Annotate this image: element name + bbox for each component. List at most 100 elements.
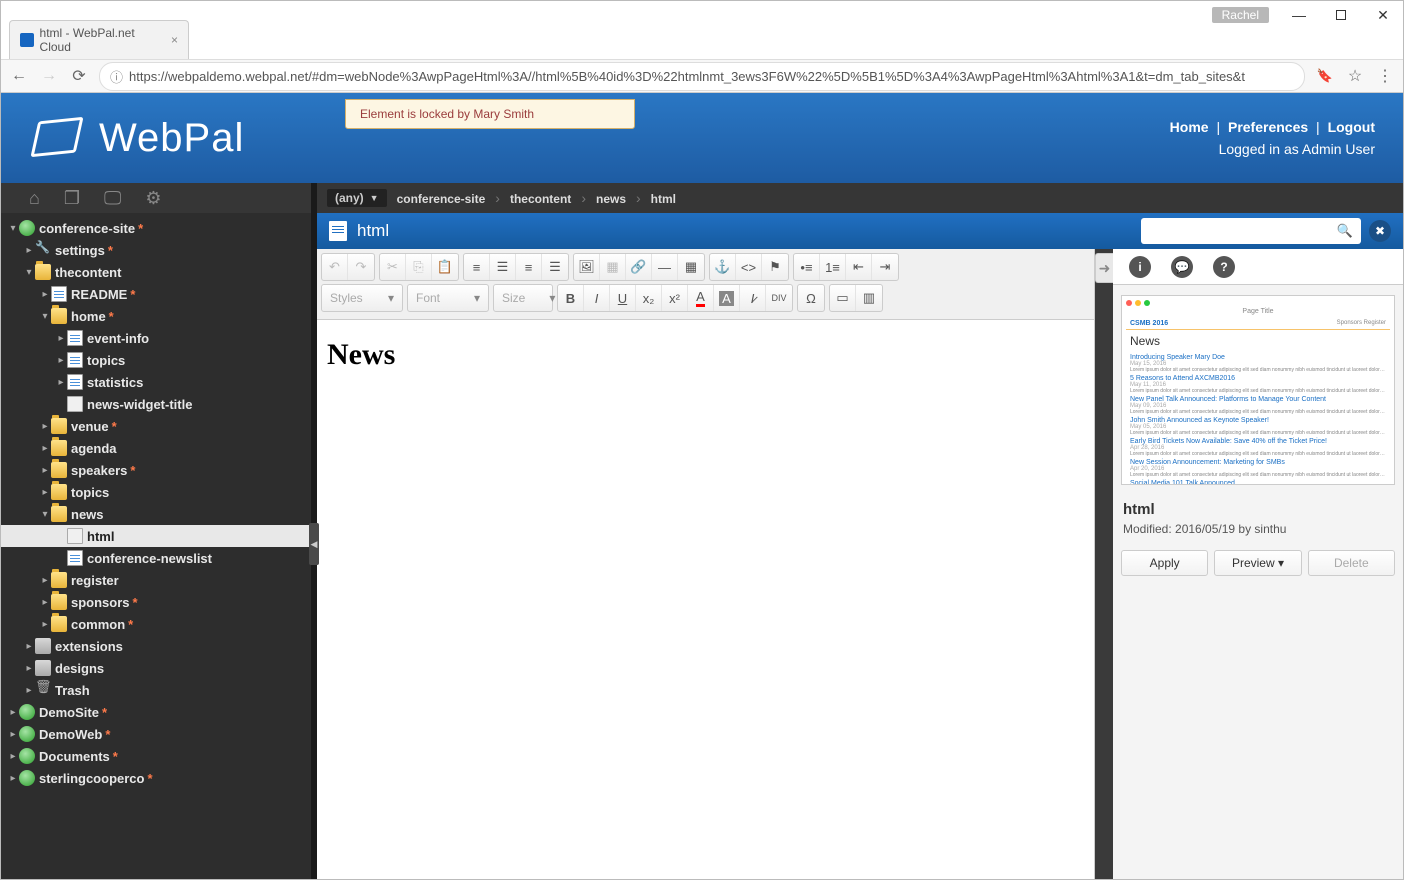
tree-node-README[interactable]: ▸README* xyxy=(1,283,311,305)
copy-icon[interactable]: ⎘ xyxy=(406,254,432,280)
twisty-icon[interactable]: ▸ xyxy=(23,641,35,652)
tree-node-news-widget-title[interactable]: news-widget-title xyxy=(1,393,311,415)
page-preview[interactable]: Page Title CSMB 2016 Sponsors Register N… xyxy=(1121,295,1395,485)
preview-button[interactable]: Preview ▾ xyxy=(1214,550,1301,576)
table-icon[interactable]: ▦ xyxy=(678,254,704,280)
tree-node-DemoSite[interactable]: ▸DemoSite* xyxy=(1,701,311,723)
font-select[interactable]: Font xyxy=(407,284,489,312)
outdent-icon[interactable]: ⇤ xyxy=(846,254,872,280)
breadcrumb-news[interactable]: news xyxy=(596,192,626,206)
tree-node-venue[interactable]: ▸venue* xyxy=(1,415,311,437)
twisty-icon[interactable]: ▸ xyxy=(55,355,67,366)
list-bullet-icon[interactable]: •≡ xyxy=(794,254,820,280)
tree-node-speakers[interactable]: ▸speakers* xyxy=(1,459,311,481)
tree-node-agenda[interactable]: ▸agenda xyxy=(1,437,311,459)
apply-button[interactable]: Apply xyxy=(1121,550,1208,576)
twisty-icon[interactable]: ▸ xyxy=(55,333,67,344)
breadcrumb-any[interactable]: (any)▼ xyxy=(327,189,387,207)
align-justify-icon[interactable]: ☰ xyxy=(542,254,568,280)
tree-node-event-info[interactable]: ▸event-info xyxy=(1,327,311,349)
image-icon[interactable]: 🖼 xyxy=(574,254,600,280)
tree-node-conference-newslist[interactable]: conference-newslist xyxy=(1,547,311,569)
anchor-icon[interactable]: ⚓ xyxy=(710,254,736,280)
twisty-icon[interactable]: ▸ xyxy=(7,773,19,784)
underline-icon[interactable]: U xyxy=(610,285,636,311)
link-logout[interactable]: Logout xyxy=(1328,119,1375,135)
breadcrumb-conference-site[interactable]: conference-site xyxy=(397,192,486,206)
search-input[interactable]: 🔍 xyxy=(1141,218,1361,244)
templates-icon[interactable]: ▥ xyxy=(856,285,882,311)
tree-node-designs[interactable]: ▸designs xyxy=(1,657,311,679)
bold-icon[interactable]: B xyxy=(558,285,584,311)
remove-format-icon[interactable]: I̷ xyxy=(740,285,766,311)
tree-node-news[interactable]: ▾news xyxy=(1,503,311,525)
tab-close-icon[interactable]: × xyxy=(171,33,178,47)
url-field[interactable]: ⓘ https://webpaldemo.webpal.net/#dm=webN… xyxy=(99,62,1305,91)
cut-icon[interactable]: ✂ xyxy=(380,254,406,280)
align-left-icon[interactable]: ≡ xyxy=(464,254,490,280)
twisty-icon[interactable]: ▸ xyxy=(39,597,51,608)
twisty-icon[interactable]: ▸ xyxy=(39,619,51,630)
nav-back-icon[interactable]: ← xyxy=(9,67,29,85)
tree-node-DemoWeb[interactable]: ▸DemoWeb* xyxy=(1,723,311,745)
tree-node-conference-site[interactable]: ▾conference-site* xyxy=(1,217,311,239)
window-maximize[interactable] xyxy=(1329,3,1353,27)
redo-icon[interactable]: ↷ xyxy=(348,254,374,280)
tree-node-Documents[interactable]: ▸Documents* xyxy=(1,745,311,767)
text-color-icon[interactable]: A xyxy=(688,285,714,311)
tree-node-topics[interactable]: ▸topics xyxy=(1,481,311,503)
tree-node-common[interactable]: ▸common* xyxy=(1,613,311,635)
div-icon[interactable]: DIV xyxy=(766,285,792,311)
tab-info-icon[interactable]: i xyxy=(1129,256,1151,278)
twisty-icon[interactable]: ▾ xyxy=(7,223,19,234)
twisty-icon[interactable]: ▸ xyxy=(39,289,51,300)
monitor-icon[interactable]: 🖵 xyxy=(104,188,121,209)
home-icon[interactable]: ⌂ xyxy=(29,188,40,209)
tab-help-icon[interactable]: ? xyxy=(1213,256,1235,278)
window-close[interactable]: ✕ xyxy=(1371,3,1395,27)
twisty-icon[interactable]: ▸ xyxy=(39,575,51,586)
site-info-icon[interactable]: ⓘ xyxy=(110,67,123,86)
twisty-icon[interactable]: ▸ xyxy=(23,245,35,256)
tree-node-statistics[interactable]: ▸statistics xyxy=(1,371,311,393)
twisty-icon[interactable]: ▸ xyxy=(39,465,51,476)
tree-node-register[interactable]: ▸register xyxy=(1,569,311,591)
paste-icon[interactable]: 📋 xyxy=(432,254,458,280)
brand-logo[interactable]: WebPal xyxy=(29,115,244,161)
indent-icon[interactable]: ⇥ xyxy=(872,254,898,280)
tree-node-extensions[interactable]: ▸extensions xyxy=(1,635,311,657)
sidebar-collapse-icon[interactable]: ◀ xyxy=(309,523,319,565)
browser-tab[interactable]: html - WebPal.net Cloud × xyxy=(9,20,189,59)
flag-icon[interactable]: ⚑ xyxy=(762,254,788,280)
align-right-icon[interactable]: ≡ xyxy=(516,254,542,280)
hr-icon[interactable]: — xyxy=(652,254,678,280)
subscript-icon[interactable]: x₂ xyxy=(636,285,662,311)
tree-node-settings[interactable]: ▸settings* xyxy=(1,239,311,261)
size-select[interactable]: Size xyxy=(493,284,553,312)
source-icon[interactable]: <> xyxy=(736,254,762,280)
twisty-icon[interactable]: ▸ xyxy=(7,707,19,718)
breadcrumb-html[interactable]: html xyxy=(651,192,676,206)
twisty-icon[interactable]: ▸ xyxy=(7,729,19,740)
twisty-icon[interactable]: ▸ xyxy=(23,685,35,696)
bookmark-icon[interactable]: ☆ xyxy=(1345,66,1365,86)
tree-node-thecontent[interactable]: ▾thecontent xyxy=(1,261,311,283)
special-char-icon[interactable]: Ω xyxy=(798,285,824,311)
nav-reload-icon[interactable]: ⟳ xyxy=(69,66,89,86)
twisty-icon[interactable]: ▸ xyxy=(39,487,51,498)
align-center-icon[interactable]: ☰ xyxy=(490,254,516,280)
twisty-icon[interactable]: ▾ xyxy=(39,509,51,520)
delete-button[interactable]: Delete xyxy=(1308,550,1395,576)
twisty-icon[interactable]: ▸ xyxy=(23,663,35,674)
window-minimize[interactable]: — xyxy=(1287,3,1311,27)
flash-icon[interactable]: ▦ xyxy=(600,254,626,280)
tree-node-sterlingcooperco[interactable]: ▸sterlingcooperco* xyxy=(1,767,311,789)
undo-icon[interactable]: ↶ xyxy=(322,254,348,280)
superscript-icon[interactable]: x² xyxy=(662,285,688,311)
twisty-icon[interactable]: ▾ xyxy=(39,311,51,322)
copy-icon[interactable]: ❐ xyxy=(64,188,80,209)
panel-expand-icon[interactable]: ➜ xyxy=(1095,253,1113,283)
twisty-icon[interactable]: ▸ xyxy=(39,421,51,432)
twisty-icon[interactable]: ▸ xyxy=(7,751,19,762)
styles-select[interactable]: Styles xyxy=(321,284,403,312)
